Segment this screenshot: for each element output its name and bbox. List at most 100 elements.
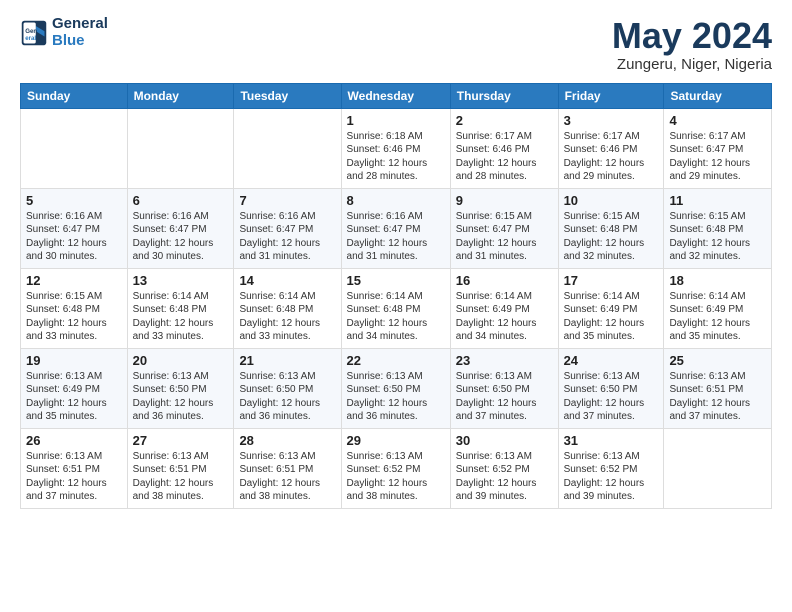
day-number: 6 [133, 193, 229, 208]
day-number: 26 [26, 433, 122, 448]
day-info: Sunrise: 6:13 AM Sunset: 6:52 PM Dayligh… [456, 450, 553, 504]
week-row-3: 12Sunrise: 6:15 AM Sunset: 6:48 PM Dayli… [21, 268, 772, 348]
weekday-monday: Monday [127, 83, 234, 108]
calendar-cell: 16Sunrise: 6:14 AM Sunset: 6:49 PM Dayli… [450, 268, 558, 348]
calendar-cell: 12Sunrise: 6:15 AM Sunset: 6:48 PM Dayli… [21, 268, 128, 348]
logo-icon: Gen eral [20, 19, 48, 47]
day-info: Sunrise: 6:16 AM Sunset: 6:47 PM Dayligh… [133, 210, 229, 264]
calendar-cell: 19 Sunrise: 6:13 AM Sunset: 6:49 PM Dayli… [21, 348, 128, 428]
day-number: 28 [239, 433, 335, 448]
day-info: Sunrise: 6:13 AM Sunset: 6:50 PM Dayligh… [456, 370, 553, 424]
main-title: May 2024 [612, 16, 772, 56]
day-number: 17 [564, 273, 659, 288]
day-number: 2 [456, 113, 553, 128]
weekday-thursday: Thursday [450, 83, 558, 108]
day-number: 19 [26, 353, 122, 368]
day-info: Sunrise: 6:14 AM Sunset: 6:48 PM Dayligh… [239, 290, 335, 344]
week-row-2: 5Sunrise: 6:16 AM Sunset: 6:47 PM Daylig… [21, 188, 772, 268]
week-row-5: 26 Sunrise: 6:13 AM Sunset: 6:51 PM Dayli… [21, 428, 772, 508]
day-info: Sunrise: 6:15 AM Sunset: 6:48 PM Dayligh… [564, 210, 659, 264]
calendar-cell [21, 108, 128, 188]
day-info: Sunrise: 6:17 AM Sunset: 6:47 PM Dayligh… [669, 130, 766, 184]
calendar-cell: 14 Sunrise: 6:14 AM Sunset: 6:48 PM Dayli… [234, 268, 341, 348]
day-number: 23 [456, 353, 553, 368]
calendar-cell: 23 Sunrise: 6:13 AM Sunset: 6:50 PM Dayli… [450, 348, 558, 428]
page: Gen eral General Blue May 2024 Zungeru, … [0, 0, 792, 519]
weekday-header-row: SundayMondayTuesdayWednesdayThursdayFrid… [21, 83, 772, 108]
day-number: 4 [669, 113, 766, 128]
calendar-cell [664, 428, 772, 508]
calendar-cell: 28 Sunrise: 6:13 AM Sunset: 6:51 PM Dayli… [234, 428, 341, 508]
weekday-sunday: Sunday [21, 83, 128, 108]
day-info: Sunrise: 6:13 AM Sunset: 6:49 PM Dayligh… [26, 370, 122, 424]
calendar-cell: 25 Sunrise: 6:13 AM Sunset: 6:51 PM Dayli… [664, 348, 772, 428]
subtitle: Zungeru, Niger, Nigeria [612, 56, 772, 73]
day-info: Sunrise: 6:13 AM Sunset: 6:50 PM Dayligh… [564, 370, 659, 424]
calendar-cell: 7 Sunrise: 6:16 AM Sunset: 6:47 PM Daylig… [234, 188, 341, 268]
calendar-cell: 29Sunrise: 6:13 AM Sunset: 6:52 PM Dayli… [341, 428, 450, 508]
calendar-cell [234, 108, 341, 188]
day-number: 20 [133, 353, 229, 368]
calendar-cell: 21 Sunrise: 6:13 AM Sunset: 6:50 PM Dayli… [234, 348, 341, 428]
week-row-4: 19 Sunrise: 6:13 AM Sunset: 6:49 PM Dayli… [21, 348, 772, 428]
weekday-friday: Friday [558, 83, 664, 108]
logo-line1: General [52, 16, 108, 33]
calendar-cell: 22 Sunrise: 6:13 AM Sunset: 6:50 PM Dayli… [341, 348, 450, 428]
weekday-saturday: Saturday [664, 83, 772, 108]
day-info: Sunrise: 6:14 AM Sunset: 6:49 PM Dayligh… [669, 290, 766, 344]
calendar-cell: 8Sunrise: 6:16 AM Sunset: 6:47 PM Daylig… [341, 188, 450, 268]
day-number: 21 [239, 353, 335, 368]
svg-text:eral: eral [25, 35, 36, 42]
calendar-cell: 3Sunrise: 6:17 AM Sunset: 6:46 PM Daylig… [558, 108, 664, 188]
day-number: 24 [564, 353, 659, 368]
day-info: Sunrise: 6:14 AM Sunset: 6:49 PM Dayligh… [456, 290, 553, 344]
day-info: Sunrise: 6:13 AM Sunset: 6:51 PM Dayligh… [669, 370, 766, 424]
day-info: Sunrise: 6:15 AM Sunset: 6:47 PM Dayligh… [456, 210, 553, 264]
day-info: Sunrise: 6:13 AM Sunset: 6:51 PM Dayligh… [133, 450, 229, 504]
day-number: 8 [347, 193, 445, 208]
day-info: Sunrise: 6:14 AM Sunset: 6:49 PM Dayligh… [564, 290, 659, 344]
day-info: Sunrise: 6:16 AM Sunset: 6:47 PM Dayligh… [239, 210, 335, 264]
weekday-wednesday: Wednesday [341, 83, 450, 108]
calendar-cell: 1Sunrise: 6:18 AM Sunset: 6:46 PM Daylig… [341, 108, 450, 188]
svg-text:Gen: Gen [25, 28, 37, 35]
day-number: 22 [347, 353, 445, 368]
day-info: Sunrise: 6:16 AM Sunset: 6:47 PM Dayligh… [26, 210, 122, 264]
calendar-cell: 9 Sunrise: 6:15 AM Sunset: 6:47 PM Daylig… [450, 188, 558, 268]
logo-line2: Blue [52, 32, 85, 49]
weekday-tuesday: Tuesday [234, 83, 341, 108]
calendar-cell: 31 Sunrise: 6:13 AM Sunset: 6:52 PM Dayli… [558, 428, 664, 508]
day-number: 15 [347, 273, 445, 288]
day-number: 7 [239, 193, 335, 208]
day-number: 9 [456, 193, 553, 208]
day-info: Sunrise: 6:14 AM Sunset: 6:48 PM Dayligh… [133, 290, 229, 344]
calendar-cell: 13Sunrise: 6:14 AM Sunset: 6:48 PM Dayli… [127, 268, 234, 348]
day-info: Sunrise: 6:13 AM Sunset: 6:51 PM Dayligh… [26, 450, 122, 504]
day-info: Sunrise: 6:13 AM Sunset: 6:50 PM Dayligh… [239, 370, 335, 424]
calendar-cell: 17 Sunrise: 6:14 AM Sunset: 6:49 PM Dayli… [558, 268, 664, 348]
day-info: Sunrise: 6:13 AM Sunset: 6:50 PM Dayligh… [133, 370, 229, 424]
calendar-cell: 10 Sunrise: 6:15 AM Sunset: 6:48 PM Dayli… [558, 188, 664, 268]
day-info: Sunrise: 6:17 AM Sunset: 6:46 PM Dayligh… [564, 130, 659, 184]
day-info: Sunrise: 6:13 AM Sunset: 6:51 PM Dayligh… [239, 450, 335, 504]
header: Gen eral General Blue May 2024 Zungeru, … [20, 16, 772, 73]
day-info: Sunrise: 6:13 AM Sunset: 6:52 PM Dayligh… [347, 450, 445, 504]
title-section: May 2024 Zungeru, Niger, Nigeria [612, 16, 772, 73]
calendar-cell: 18Sunrise: 6:14 AM Sunset: 6:49 PM Dayli… [664, 268, 772, 348]
day-number: 12 [26, 273, 122, 288]
calendar-cell: 24 Sunrise: 6:13 AM Sunset: 6:50 PM Dayli… [558, 348, 664, 428]
day-info: Sunrise: 6:13 AM Sunset: 6:52 PM Dayligh… [564, 450, 659, 504]
logo: Gen eral General Blue [20, 16, 108, 49]
calendar-cell: 2Sunrise: 6:17 AM Sunset: 6:46 PM Daylig… [450, 108, 558, 188]
day-number: 10 [564, 193, 659, 208]
day-number: 27 [133, 433, 229, 448]
calendar-cell [127, 108, 234, 188]
calendar-table: SundayMondayTuesdayWednesdayThursdayFrid… [20, 83, 772, 509]
day-number: 11 [669, 193, 766, 208]
calendar-cell: 6 Sunrise: 6:16 AM Sunset: 6:47 PM Daylig… [127, 188, 234, 268]
day-number: 14 [239, 273, 335, 288]
day-info: Sunrise: 6:13 AM Sunset: 6:50 PM Dayligh… [347, 370, 445, 424]
day-number: 31 [564, 433, 659, 448]
day-number: 25 [669, 353, 766, 368]
calendar-cell: 5Sunrise: 6:16 AM Sunset: 6:47 PM Daylig… [21, 188, 128, 268]
